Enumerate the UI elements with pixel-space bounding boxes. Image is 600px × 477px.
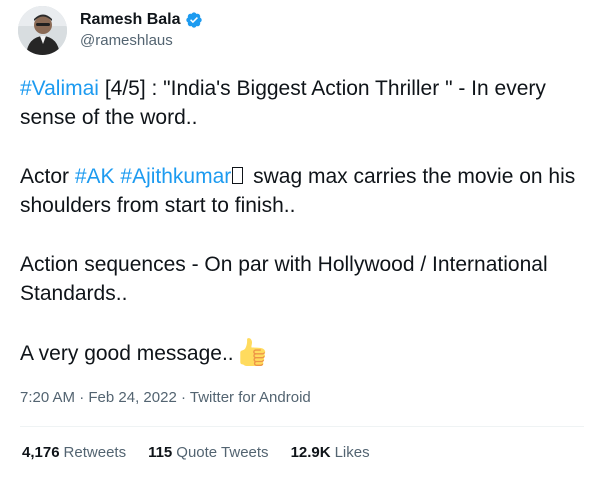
author-handle[interactable]: @rameshlaus (80, 31, 203, 51)
tweet-text: #Valimai [4/5] : "India's Biggest Action… (20, 74, 590, 368)
tweet-text-segment: A very good message.. (20, 342, 234, 365)
meta-separator: · (75, 389, 89, 406)
thumbs-up-icon (238, 338, 266, 366)
quote-tweets-count: 115 (148, 444, 173, 461)
tweet-stats: 4,176 Retweets 115 Quote Tweets 12.9K Likes (22, 443, 392, 463)
retweets-label: Retweets (63, 444, 127, 461)
quote-tweets-label: Quote Tweets (176, 444, 269, 461)
tweet-card: Ramesh Bala @rameshlaus #Valimai [4/5] :… (0, 0, 600, 477)
quote-tweets-stat[interactable]: 115 Quote Tweets (148, 443, 268, 463)
display-name-row: Ramesh Bala (80, 10, 203, 30)
hashtag-valimai[interactable]: #Valimai (20, 77, 99, 100)
tweet-date[interactable]: Feb 24, 2022 (88, 389, 176, 406)
divider (20, 426, 584, 427)
verified-badge-icon (185, 11, 203, 29)
meta-separator: · (176, 389, 190, 406)
missing-glyph-icon (232, 167, 244, 184)
tweet-header: Ramesh Bala @rameshlaus (18, 6, 203, 55)
retweets-count: 4,176 (22, 444, 60, 461)
likes-label: Likes (334, 444, 370, 461)
tweet-metadata: 7:20 AM · Feb 24, 2022 · Twitter for And… (20, 388, 311, 408)
tweet-paragraph-4: A very good message.. (20, 338, 590, 368)
tweet-time[interactable]: 7:20 AM (20, 389, 75, 406)
likes-count: 12.9K (290, 444, 331, 461)
display-name[interactable]: Ramesh Bala (80, 10, 181, 30)
likes-stat[interactable]: 12.9K Likes (291, 443, 370, 463)
hashtag-ajithkumar[interactable]: #Ajithkumar (120, 165, 231, 188)
tweet-text-segment: [4/5] : "India's Biggest Action Thriller… (20, 77, 546, 129)
avatar-image (18, 6, 67, 55)
tweet-paragraph-2: Actor #AK #Ajithkumar swag max carries t… (20, 162, 590, 220)
tweet-paragraph-1: #Valimai [4/5] : "India's Biggest Action… (20, 74, 590, 132)
avatar[interactable] (18, 6, 67, 55)
retweets-stat[interactable]: 4,176 Retweets (22, 443, 126, 463)
tweet-paragraph-3: Action sequences - On par with Hollywood… (20, 253, 548, 305)
hashtag-ak[interactable]: #AK (75, 165, 115, 188)
author-names: Ramesh Bala @rameshlaus (80, 10, 203, 51)
tweet-source[interactable]: Twitter for Android (190, 389, 311, 406)
tweet-text-segment: Actor (20, 165, 75, 188)
